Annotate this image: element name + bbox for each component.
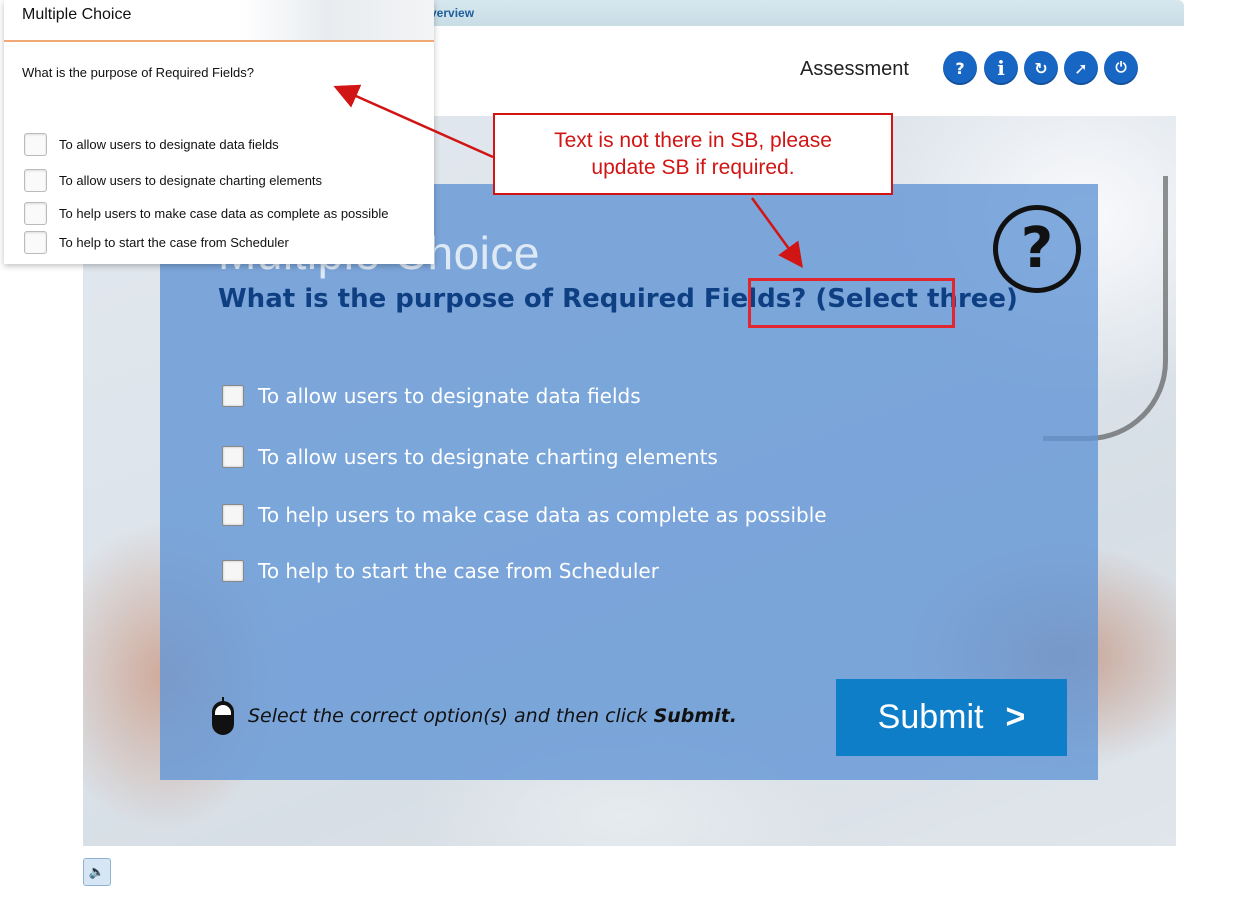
arrow-to-highlight [750,197,803,269]
annotation-arrows [333,84,803,269]
arrow-to-storyboard [333,84,494,159]
